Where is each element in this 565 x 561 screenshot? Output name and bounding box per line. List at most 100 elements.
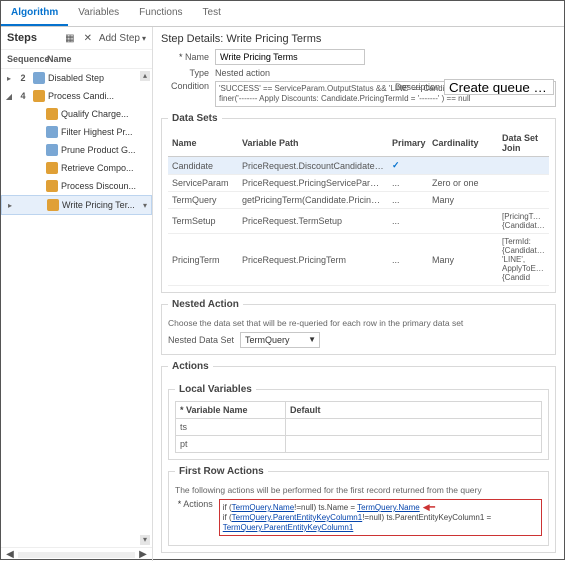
condition-label: Condition <box>161 81 209 91</box>
ds-primary: ... <box>388 234 428 286</box>
step-seq: 2 <box>16 73 30 83</box>
toggle-icon[interactable]: ◢ <box>5 92 13 101</box>
type-label: Type <box>161 68 209 78</box>
delete-icon[interactable]: ✕ <box>81 31 95 45</box>
description-input[interactable] <box>444 79 554 95</box>
local-var-row[interactable]: ts <box>176 419 542 436</box>
step-seq: 4 <box>16 91 30 101</box>
chevron-down-icon: ▾ <box>142 34 146 43</box>
ds-name: Candidate <box>168 157 238 175</box>
dataset-row[interactable]: PricingTermPriceRequest.PricingTerm...Ma… <box>168 234 549 286</box>
tree-step-item[interactable]: Retrieve Compo... <box>1 159 152 177</box>
caret-down-icon: ▼ <box>308 335 316 344</box>
ds-cardinality: Many <box>428 234 498 286</box>
local-variables-legend: Local Variables <box>175 384 256 395</box>
dataset-row[interactable]: TermQuerygetPricingTerm(Candidate.Pricin… <box>168 192 549 209</box>
name-input[interactable] <box>215 49 365 65</box>
first-row-actions-fieldset: First Row Actions The following actions … <box>168 466 549 546</box>
scroll-down[interactable]: ▾ <box>140 535 150 545</box>
cube-icon <box>46 162 58 174</box>
grid-icon[interactable]: ▦ <box>63 31 77 45</box>
ds-varpath: PriceRequest.DiscountCandidate✎ <box>238 157 388 175</box>
datasets-fieldset: Data Sets Name Variable Path Primary Car… <box>161 113 556 293</box>
ds-primary: ✓ <box>388 157 428 175</box>
toggle-icon[interactable]: ▸ <box>5 74 13 83</box>
actions-legend: Actions <box>168 361 213 372</box>
tree-step-item[interactable]: ▸ Write Pricing Ter...▾ <box>1 195 152 215</box>
ds-join <box>498 157 549 175</box>
nested-note: Choose the data set that will be re-quer… <box>168 318 549 328</box>
arrow-annotation-icon: ◀━ <box>423 502 435 512</box>
lv-name: pt <box>176 436 286 453</box>
ds-primary: ... <box>388 192 428 209</box>
lv-col-name[interactable]: * Variable Name <box>176 402 286 419</box>
ds-cardinality: Zero or one <box>428 175 498 192</box>
tab-test[interactable]: Test <box>193 1 231 26</box>
tree-step-item[interactable]: Prune Product G... <box>1 141 152 159</box>
lv-default[interactable] <box>286 419 542 436</box>
ds-col-name[interactable]: Name <box>168 130 238 157</box>
actions-code[interactable]: if (TermQuery.Name!=null) ts.Name = Term… <box>219 499 542 536</box>
ds-name: TermQuery <box>168 192 238 209</box>
local-variables-table: * Variable Name Default tspt <box>175 401 542 453</box>
tree-step-item[interactable]: Qualify Charge... <box>1 105 152 123</box>
type-value: Nested action <box>215 68 270 78</box>
scroll-right[interactable]: ▶ <box>138 550 148 560</box>
ds-name: PricingTerm <box>168 234 238 286</box>
step-name: Process Candi... <box>48 91 148 101</box>
add-step-button[interactable]: Add Step▾ <box>99 33 146 44</box>
actions-fieldset: Actions Local Variables * Variable Name … <box>161 361 556 553</box>
cube-icon <box>46 108 58 120</box>
scrollbar[interactable] <box>18 552 135 558</box>
ds-varpath: PriceRequest.PricingServiceParameter <box>238 175 388 192</box>
scroll-left[interactable]: ◀ <box>5 550 15 560</box>
dataset-row[interactable]: ServiceParamPriceRequest.PricingServiceP… <box>168 175 549 192</box>
datasets-table: Name Variable Path Primary Cardinality D… <box>168 130 549 286</box>
description-label: Description <box>395 82 440 92</box>
pencil-icon[interactable]: ✎ <box>379 162 386 171</box>
ds-cardinality: Many <box>428 192 498 209</box>
step-name: Filter Highest Pr... <box>61 127 148 137</box>
step-name: Process Discoun... <box>61 181 148 191</box>
ds-name: ServiceParam <box>168 175 238 192</box>
ds-varpath: PriceRequest.PricingTerm <box>238 234 388 286</box>
tree-step-item[interactable]: Process Discoun... <box>1 177 152 195</box>
toggle-icon[interactable]: ▸ <box>6 201 14 210</box>
ds-cardinality <box>428 157 498 175</box>
ds-join <box>498 175 549 192</box>
step-name: Disabled Step <box>48 73 148 83</box>
tree-step-item[interactable]: ▸2 Disabled Step <box>1 69 152 87</box>
ds-col-join[interactable]: Data Set Join <box>498 130 549 157</box>
ds-col-primary[interactable]: Primary <box>388 130 428 157</box>
dataset-row[interactable]: CandidatePriceRequest.DiscountCandidate✎… <box>168 157 549 175</box>
tab-functions[interactable]: Functions <box>129 1 192 26</box>
nested-action-fieldset: Nested Action Choose the data set that w… <box>161 299 556 355</box>
ds-varpath: PriceRequest.TermSetup <box>238 209 388 234</box>
first-row-legend: First Row Actions <box>175 466 268 477</box>
step-name: Retrieve Compo... <box>61 163 148 173</box>
chain-icon <box>46 126 58 138</box>
tab-variables[interactable]: Variables <box>68 1 129 26</box>
local-variables-fieldset: Local Variables * Variable Name Default … <box>168 384 549 460</box>
step-name: Write Pricing Ter... <box>62 200 140 210</box>
ds-col-varpath[interactable]: Variable Path <box>238 130 388 157</box>
local-var-row[interactable]: pt <box>176 436 542 453</box>
ds-cardinality <box>428 209 498 234</box>
tab-algorithm[interactable]: Algorithm <box>1 1 68 26</box>
lv-default[interactable] <box>286 436 542 453</box>
chevron-down-icon[interactable]: ▾ <box>143 201 147 210</box>
tree-step-item[interactable]: ◢4 Process Candi... <box>1 87 152 105</box>
lv-col-default[interactable]: Default <box>286 402 542 419</box>
cube-icon <box>46 180 58 192</box>
nested-legend: Nested Action <box>168 299 243 310</box>
dataset-row[interactable]: TermSetupPriceRequest.TermSetup...[Prici… <box>168 209 549 234</box>
tree-step-item[interactable]: Filter Highest Pr... <box>1 123 152 141</box>
scroll-up[interactable]: ▴ <box>140 71 150 81</box>
nested-dataset-select[interactable]: TermQuery ▼ <box>240 332 320 348</box>
ds-primary: ... <box>388 209 428 234</box>
ds-join <box>498 192 549 209</box>
ds-col-cardinality[interactable]: Cardinality <box>428 130 498 157</box>
step-name: Prune Product G... <box>61 145 148 155</box>
chain-icon <box>46 144 58 156</box>
ds-varpath: getPricingTerm(Candidate.PricingTerm <box>238 192 388 209</box>
